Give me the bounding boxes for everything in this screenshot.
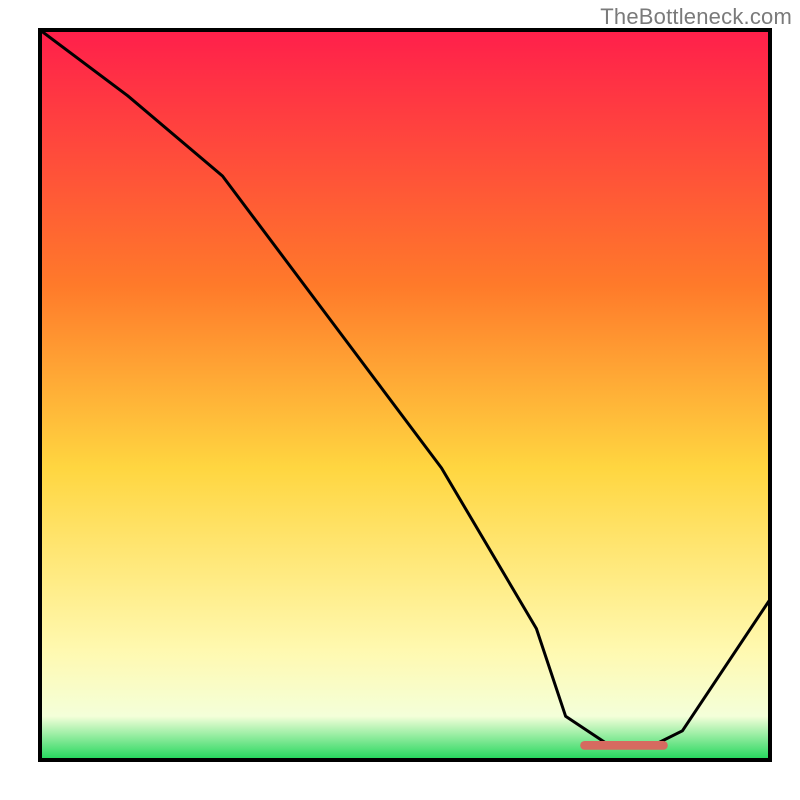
bottleneck-chart bbox=[0, 0, 800, 800]
optimal-range-marker bbox=[580, 741, 668, 750]
plot-background bbox=[40, 30, 770, 760]
chart-stage: TheBottleneck.com bbox=[0, 0, 800, 800]
